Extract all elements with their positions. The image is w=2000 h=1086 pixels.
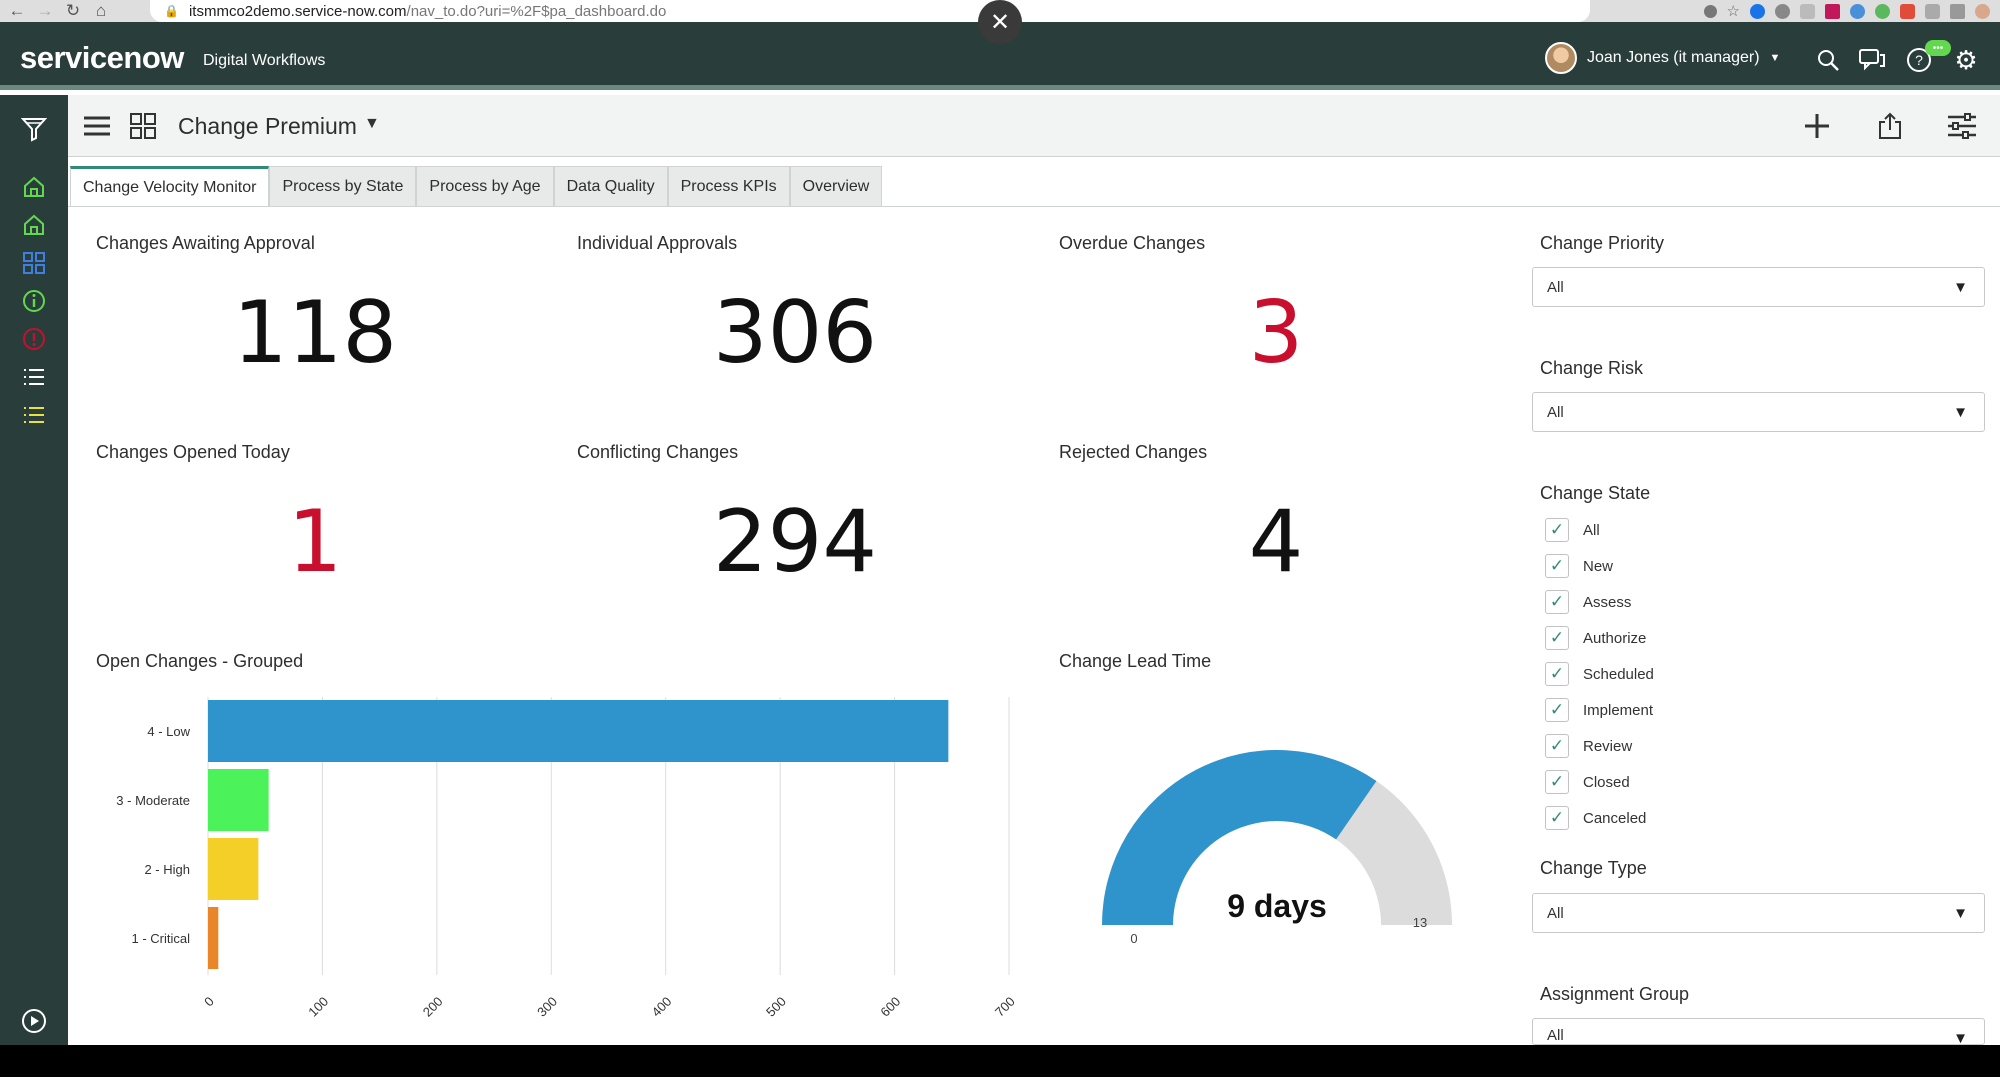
state-option-label: Closed xyxy=(1583,773,1630,791)
extension-icon[interactable] xyxy=(1850,3,1865,19)
checkbox-checked-icon[interactable]: ✓ xyxy=(1545,518,1569,542)
checkbox-checked-icon[interactable]: ✓ xyxy=(1545,626,1569,650)
extension-icon[interactable] xyxy=(1925,3,1940,19)
chevron-down-icon: ▼ xyxy=(1953,279,1968,296)
checkbox-checked-icon[interactable]: ✓ xyxy=(1545,734,1569,758)
gauge-min-label: 0 xyxy=(1130,931,1137,946)
zoom-icon[interactable] xyxy=(1703,4,1717,18)
bottom-bar xyxy=(0,1045,2000,1077)
risk-select[interactable]: All ▼ xyxy=(1532,392,1985,432)
state-option-implement[interactable]: ✓ Implement xyxy=(1545,698,1653,722)
add-icon[interactable] xyxy=(1800,109,1834,143)
checkbox-checked-icon[interactable]: ✓ xyxy=(1545,554,1569,578)
checkbox-checked-icon[interactable]: ✓ xyxy=(1545,662,1569,686)
search-icon[interactable] xyxy=(1814,46,1842,74)
assignment-group-select-value: All xyxy=(1547,1027,1564,1044)
chat-badge[interactable]: ••• xyxy=(1925,40,1951,56)
state-option-all[interactable]: ✓ All xyxy=(1545,518,1600,542)
state-option-label: Assess xyxy=(1583,593,1632,611)
extension-icon[interactable] xyxy=(1875,3,1890,19)
filter-title-priority: Change Priority xyxy=(1540,233,1665,253)
filter-title-type: Change Type xyxy=(1540,858,1647,878)
extension-icon[interactable] xyxy=(1750,3,1765,19)
checkbox-checked-icon[interactable]: ✓ xyxy=(1545,770,1569,794)
chevron-down-icon: ▼ xyxy=(1953,1030,1968,1045)
state-option-authorize[interactable]: ✓ Authorize xyxy=(1545,626,1646,650)
lead-time-gauge-chart: 9 days 0 13 xyxy=(1102,750,1452,946)
state-option-review[interactable]: ✓ Review xyxy=(1545,734,1632,758)
filter-title-assignment-group: Assignment Group xyxy=(1540,984,1690,1004)
gear-icon[interactable]: ⚙ xyxy=(1952,45,1980,75)
user-menu[interactable]: Joan Jones (it manager) ▼ xyxy=(1545,42,1780,74)
connect-chat-icon[interactable] xyxy=(1858,46,1886,74)
filter-title-state: Change State xyxy=(1540,483,1651,503)
profile-icon[interactable] xyxy=(1975,3,1990,19)
extension-icon[interactable] xyxy=(1825,3,1840,19)
extension-icon[interactable] xyxy=(1775,3,1790,19)
state-option-label: Review xyxy=(1583,737,1633,755)
type-select[interactable]: All ▼ xyxy=(1532,893,1985,933)
filter-title-risk: Change Risk xyxy=(1540,358,1644,378)
extension-icon[interactable] xyxy=(1950,3,1965,19)
assignment-group-select[interactable]: All ▼ xyxy=(1532,1018,1985,1045)
state-option-label: New xyxy=(1583,557,1614,575)
risk-select-value: All xyxy=(1547,403,1564,421)
chevron-down-icon: ▼ xyxy=(1769,52,1781,64)
priority-select-value: All xyxy=(1547,278,1564,296)
chevron-down-icon: ▼ xyxy=(1953,905,1968,922)
extension-icons: ☆ xyxy=(1703,0,1990,22)
dashboard-page: ← → ↻ ⌂ 🔒 itsmmco2demo.service-now.com/n… xyxy=(0,0,2000,1086)
close-icon[interactable]: ✕ xyxy=(978,0,1022,44)
chevron-down-icon: ▼ xyxy=(1953,404,1968,421)
state-option-label: Implement xyxy=(1583,701,1654,719)
state-option-label: Scheduled xyxy=(1583,665,1654,683)
state-option-closed[interactable]: ✓ Closed xyxy=(1545,770,1630,794)
state-option-scheduled[interactable]: ✓ Scheduled xyxy=(1545,662,1654,686)
extension-icon[interactable] xyxy=(1800,3,1815,19)
state-option-label: Canceled xyxy=(1583,809,1647,827)
gauge-value-label: 9 days xyxy=(1227,888,1327,924)
extension-icon[interactable] xyxy=(1900,3,1915,19)
checkbox-checked-icon[interactable]: ✓ xyxy=(1545,806,1569,830)
gauge-max-label: 13 xyxy=(1413,915,1427,930)
type-select-value: All xyxy=(1547,904,1564,922)
star-icon[interactable]: ☆ xyxy=(1727,2,1740,20)
user-name: Joan Jones (it manager) xyxy=(1587,49,1760,66)
checkbox-checked-icon[interactable]: ✓ xyxy=(1545,590,1569,614)
checkbox-checked-icon[interactable]: ✓ xyxy=(1545,698,1569,722)
share-icon[interactable] xyxy=(1873,109,1907,143)
state-option-label: Authorize xyxy=(1583,629,1647,647)
state-option-label: All xyxy=(1583,521,1600,539)
state-option-canceled[interactable]: ✓ Canceled xyxy=(1545,806,1646,830)
svg-text:?: ? xyxy=(1915,52,1923,68)
state-option-assess[interactable]: ✓ Assess xyxy=(1545,590,1631,614)
avatar xyxy=(1545,42,1577,74)
priority-select[interactable]: All ▼ xyxy=(1532,267,1985,307)
settings-sliders-icon[interactable] xyxy=(1945,109,1979,143)
state-option-new[interactable]: ✓ New xyxy=(1545,554,1613,578)
